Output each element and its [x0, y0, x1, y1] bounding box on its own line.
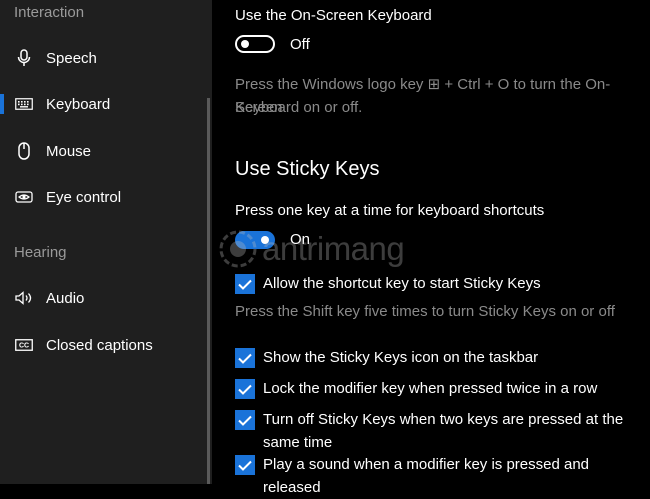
checkbox-checked[interactable] [235, 455, 255, 475]
sticky-keys-heading: Use Sticky Keys [235, 158, 380, 180]
option-checkbox-row[interactable]: Lock the modifier key when pressed twice… [235, 379, 648, 400]
sticky-keys-state: On [290, 231, 311, 248]
sidebar-item-mouse[interactable]: Mouse [0, 131, 205, 171]
keyboard-icon [15, 95, 33, 113]
checkbox-checked[interactable] [235, 348, 255, 368]
onscreen-keyboard-state: Off [290, 36, 310, 53]
eye-icon [15, 188, 33, 206]
captions-icon: CC [15, 336, 33, 354]
section-header-interaction: Interaction [14, 4, 85, 21]
sidebar-item-label: Audio [46, 289, 85, 307]
svg-text:CC: CC [19, 343, 29, 350]
option-checkbox-row[interactable]: Turn off Sticky Keys when two keys are p… [235, 410, 648, 454]
checkbox-checked[interactable] [235, 274, 255, 294]
onscreen-keyboard-desc-line2: Keyboard on or off. [235, 99, 363, 116]
sidebar-item-speech[interactable]: Speech [0, 38, 205, 78]
checkbox-label: Turn off Sticky Keys when two keys are p… [263, 411, 624, 451]
sidebar-item-label: Keyboard [46, 95, 111, 113]
sidebar-item-audio[interactable]: Audio [0, 278, 205, 318]
sidebar-item-label: Speech [46, 49, 97, 67]
sidebar-item-eye-control[interactable]: Eye control [0, 177, 205, 217]
option-checkbox-row[interactable]: Play a sound when a modifier key is pres… [235, 455, 648, 499]
sidebar-item-label: Mouse [46, 142, 92, 160]
checkbox-label: Allow the shortcut key to start Sticky K… [263, 275, 541, 292]
sidebar-item-label: Eye control [46, 188, 122, 206]
onscreen-keyboard-toggle[interactable] [235, 35, 275, 53]
shortcut-key-desc: Press the Shift key five times to turn S… [235, 303, 615, 320]
checkbox-checked[interactable] [235, 410, 255, 430]
checkbox-label: Play a sound when a modifier key is pres… [263, 456, 590, 496]
sidebar-item-closed-captions[interactable]: CC Closed captions [0, 325, 205, 365]
mouse-icon [15, 142, 33, 160]
checkmark-icon [238, 279, 252, 290]
checkmark-icon [238, 460, 252, 471]
sticky-keys-label: Press one key at a time for keyboard sho… [235, 202, 545, 219]
onscreen-keyboard-label: Use the On-Screen Keyboard [235, 7, 432, 24]
settings-content: Use the On-Screen Keyboard Off Press the… [212, 0, 650, 496]
option-checkbox-row[interactable]: Show the Sticky Keys icon on the taskbar [235, 348, 648, 369]
checkmark-icon [238, 353, 252, 364]
sidebar-item-keyboard[interactable]: Keyboard [0, 84, 205, 124]
checkbox-checked[interactable] [235, 379, 255, 399]
sticky-keys-toggle[interactable] [235, 231, 275, 249]
checkmark-icon [238, 415, 252, 426]
section-header-hearing: Hearing [14, 244, 67, 261]
checkmark-icon [238, 384, 252, 395]
microphone-icon [15, 49, 33, 67]
checkbox-label: Show the Sticky Keys icon on the taskbar [263, 349, 539, 366]
sidebar: Interaction Speech Keyboard Mouse Eye co… [0, 0, 212, 484]
checkbox-label: Lock the modifier key when pressed twice… [263, 380, 598, 397]
sidebar-item-label: Closed captions [46, 336, 153, 354]
shortcut-key-checkbox-row[interactable]: Allow the shortcut key to start Sticky K… [235, 274, 648, 295]
sidebar-scrollbar[interactable] [207, 98, 210, 484]
speaker-icon [15, 289, 33, 307]
